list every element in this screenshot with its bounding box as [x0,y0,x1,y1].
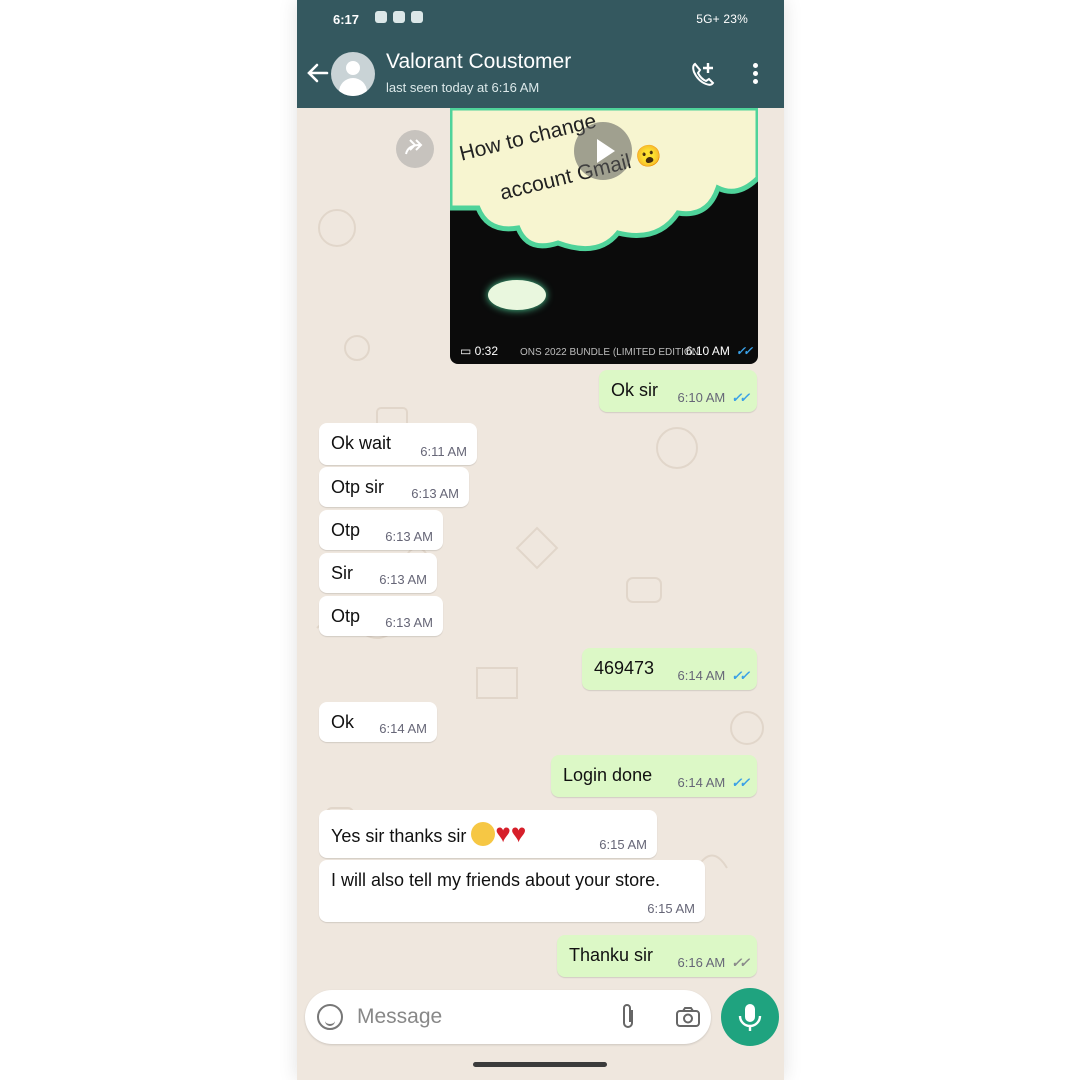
message-text: Ok wait [331,433,392,453]
message-bubble[interactable]: Sir 6:13 AM [319,553,437,593]
heart-emoji-icon: ♥♥ [495,818,527,848]
contact-name[interactable]: Valorant Coustomer [386,50,571,74]
back-arrow-icon[interactable] [305,58,331,88]
home-indicator [473,1062,607,1067]
message-text: Sir [331,563,353,583]
message-time: 6:13 AM [411,486,459,501]
message-time: 6:14 AM [677,668,726,683]
message-composer[interactable]: Message [305,990,711,1044]
chat-header: Valorant Coustomer last seen today at 6:… [297,40,784,108]
double-tick-icon: ✓✓ [731,955,750,970]
more-vert-icon[interactable] [747,60,763,88]
double-tick-icon: ✓✓ [735,344,753,358]
message-time: 6:13 AM [385,615,433,630]
attach-icon[interactable] [617,1002,639,1032]
message-time: 6:10 AM [677,390,726,405]
status-time: 6:17 [333,12,360,27]
message-text: Otp sir [331,477,385,497]
message-bubble[interactable]: Ok wait 6:11 AM [319,423,477,465]
message-text: Thanku sir [569,945,654,965]
message-bubble[interactable]: Login done 6:14 AM ✓✓ [551,755,757,797]
message-bubble[interactable]: I will also tell my friends about your s… [319,860,705,922]
message-bubble[interactable]: Yes sir thanks sir ♥♥ 6:15 AM [319,810,657,858]
message-text: Otp [331,606,361,626]
camera-icon[interactable] [675,1004,701,1030]
message-bubble[interactable]: 469473 6:14 AM ✓✓ [582,648,757,690]
smiling-emoji-icon [471,822,496,846]
phone-screen: 6:17 5G+ 23% Valorant Coustomer last see… [297,0,784,1080]
message-text: I will also tell my friends about your s… [331,870,661,890]
video-caption: ONS 2022 BUNDLE (LIMITED EDITION [520,347,699,358]
message-time: 6:14 AM [379,721,427,736]
message-text: Ok sir [611,380,658,400]
double-tick-icon: ✓✓ [731,668,750,683]
play-icon[interactable] [574,122,632,180]
add-call-icon[interactable] [689,60,717,88]
message-text: 469473 [594,658,655,678]
last-seen: last seen today at 6:16 AM [386,80,540,95]
status-indicators: 5G+ 23% [696,12,748,26]
double-tick-icon: ✓✓ [731,390,750,405]
message-bubble[interactable]: Otp 6:13 AM [319,510,443,550]
video-info-bar: ▭ 0:32 ONS 2022 BUNDLE (LIMITED EDITION … [460,344,753,358]
message-text: Login done [563,765,653,785]
notification-icons [375,11,423,23]
double-tick-icon: ✓✓ [731,775,750,790]
message-time: 6:14 AM [677,775,726,790]
video-icon: ▭ 0:32 [460,344,499,358]
message-time: 6:13 AM [385,529,433,544]
message-text: Ok [331,712,355,732]
video-thumbnail-blob [488,280,546,310]
message-time: 6:11 AM [420,444,467,459]
video-duration: 0:32 [474,344,499,358]
avatar[interactable] [331,52,375,96]
message-time: 6:16 AM [677,955,726,970]
message-time: 6:15 AM [647,901,695,916]
message-text: Yes sir thanks sir [331,826,467,846]
video-message[interactable]: How to change account Gmail 😮 ▭ 0:32 ONS… [450,108,758,364]
emoji-icon[interactable] [317,1004,343,1030]
message-time: 6:15 AM [599,837,647,852]
forward-icon[interactable] [396,130,434,168]
message-bubble[interactable]: Ok sir 6:10 AM ✓✓ [599,370,757,412]
message-bubble[interactable]: Otp sir 6:13 AM [319,467,469,507]
message-input[interactable]: Message [357,1005,442,1029]
status-bar: 6:17 5G+ 23% [297,0,784,40]
message-bubble[interactable]: Otp 6:13 AM [319,596,443,636]
mic-icon[interactable] [721,988,779,1046]
message-bubble[interactable]: Ok 6:14 AM [319,702,437,742]
message-time: 6:13 AM [379,572,427,587]
message-text: Otp [331,520,361,540]
message-bubble[interactable]: Thanku sir 6:16 AM ✓✓ [557,935,757,977]
